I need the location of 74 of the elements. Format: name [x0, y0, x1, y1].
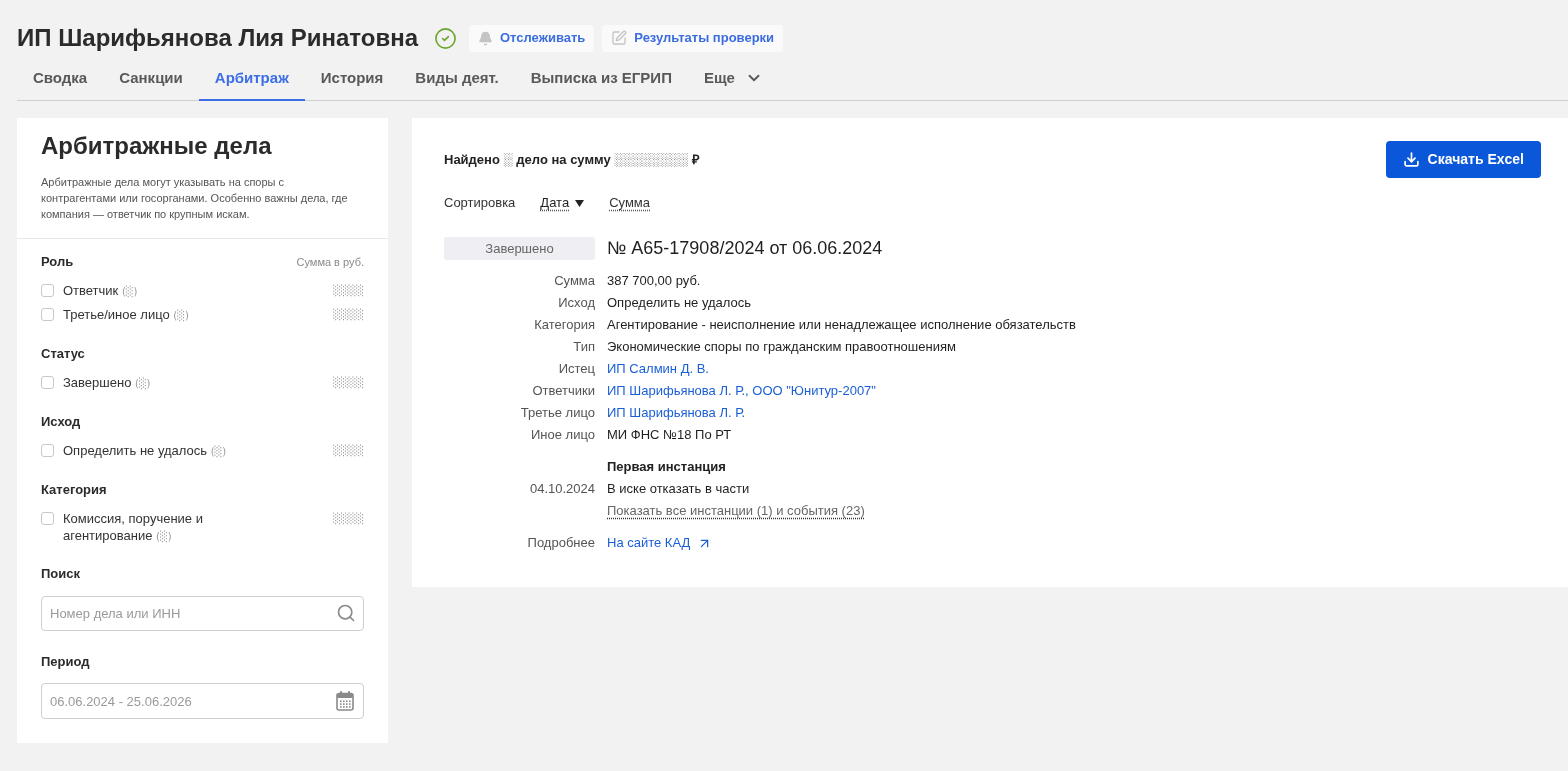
edit-icon — [611, 30, 628, 46]
field-value: Определить не удалось — [607, 294, 753, 312]
separator: , — [745, 382, 750, 400]
field-label: Исход — [557, 294, 595, 312]
option-amount: ░░░░ — [333, 375, 364, 391]
field-value: Агентирование - неисполнение или ненадлежащее исполнение обязательств — [607, 316, 1077, 334]
option-amount: ░░░░ — [333, 511, 364, 527]
checkbox[interactable] — [41, 375, 54, 389]
instance-date: 04.10.2024 — [528, 480, 595, 498]
tab[interactable]: История — [304, 62, 400, 101]
filter-option-label[interactable]: Ответчик (░) — [63, 281, 248, 299]
tab[interactable]: Выписка из ЕГРИП — [514, 62, 688, 101]
checkbox[interactable] — [41, 283, 54, 297]
checkbox[interactable] — [41, 511, 54, 525]
calendar-icon[interactable] — [336, 691, 354, 711]
field-label: Подробнее — [526, 534, 595, 552]
filter-option-label[interactable]: Определить не удалось (░) — [63, 441, 248, 459]
field-label: Тип — [572, 338, 595, 356]
field-value: 387 700,00 руб. — [607, 272, 702, 290]
case-title[interactable]: № А65-17908/2024 от 06.06.2024 — [607, 237, 1541, 260]
field-label: Сумма — [553, 272, 595, 290]
verified-check-icon — [434, 26, 457, 50]
download-excel-button[interactable]: Скачать Excel — [1385, 141, 1541, 178]
option-amount: ░░░░ — [333, 283, 364, 299]
search-icon[interactable] — [336, 603, 356, 623]
page-title: ИП Шарифьянова Лия Ринатовна — [17, 23, 418, 53]
tab[interactable]: Виды деят. — [399, 62, 515, 101]
filter-heading: Исход — [41, 413, 81, 432]
field-label: Категория — [533, 316, 595, 334]
instance-heading: Первая инстанция — [607, 458, 727, 476]
track-button[interactable]: Отслеживать — [469, 24, 595, 52]
download-icon — [1402, 151, 1420, 168]
field-value: Экономические споры по гражданским правоотношениям — [607, 338, 957, 356]
filter-heading: Поиск — [41, 565, 81, 583]
filter-heading: Статус — [41, 345, 85, 364]
external-link[interactable]: На сайте КАД — [607, 532, 713, 554]
panel-title: Арбитражные дела — [41, 131, 273, 161]
field-value: МИ ФНС №18 По РТ — [607, 426, 733, 444]
status-badge: Завершено — [444, 237, 595, 260]
party-link[interactable]: ООО "Юнитур-2007" — [752, 380, 876, 402]
field-label: Ответчики — [531, 382, 595, 400]
checkbox[interactable] — [41, 307, 54, 321]
sort-label: Сортировка — [444, 194, 516, 213]
party-link[interactable]: ИП Салмин Д. В. — [607, 358, 709, 380]
party-link[interactable]: ИП Шарифьянова Л. Р. — [607, 380, 746, 402]
filter-option-label[interactable]: Комиссия, поручение и агентирование (░) — [63, 509, 248, 544]
show-all-instances-link[interactable]: Показать все инстанции (1) и события (23) — [607, 500, 865, 522]
search-field[interactable]: Номер дела или ИНН — [41, 596, 364, 631]
field-label: Третье лицо — [519, 404, 595, 422]
option-amount: ░░░░ — [333, 443, 364, 459]
sort-caret-icon — [575, 199, 585, 207]
field-label: Истец — [557, 360, 595, 378]
filter-heading: Роль — [41, 253, 74, 272]
results-summary: Найдено ░ дело на сумму ░░░░░░░░ ₽ — [444, 150, 700, 169]
tab[interactable]: Сводка — [17, 62, 104, 101]
sort-option[interactable]: Сумма — [609, 193, 650, 213]
filter-heading: Категория — [41, 481, 107, 500]
filter-option-label[interactable]: Завершено (░) — [63, 373, 248, 391]
checkbox[interactable] — [41, 443, 54, 457]
sort-option[interactable]: Дата — [540, 193, 585, 213]
field-label: Иное лицо — [530, 426, 595, 444]
bell-icon — [478, 30, 493, 46]
option-amount: ░░░░ — [333, 307, 364, 323]
check-results-button[interactable]: Результаты проверки — [602, 24, 784, 52]
column-label: Сумма в руб. — [296, 254, 364, 270]
instance-result: В иске отказать в части — [607, 480, 751, 498]
party-link[interactable]: ИП Шарифьянова Л. Р. — [607, 402, 746, 424]
panel-description: Арбитражные дела могут указывать на споры с контрагентами или госорганами. Особенно важны дела, где компания — ответчик по крупным искам. — [41, 175, 349, 222]
date-range-field[interactable]: 06.06.2024 - 25.06.2026 — [41, 683, 364, 719]
filter-heading: Период — [41, 653, 91, 671]
tab[interactable]: Арбитраж — [198, 62, 305, 101]
filter-option-label[interactable]: Третье/иное лицо (░) — [63, 305, 248, 323]
tab[interactable]: Еще — [687, 62, 779, 101]
tab[interactable]: Санкции — [103, 62, 199, 101]
